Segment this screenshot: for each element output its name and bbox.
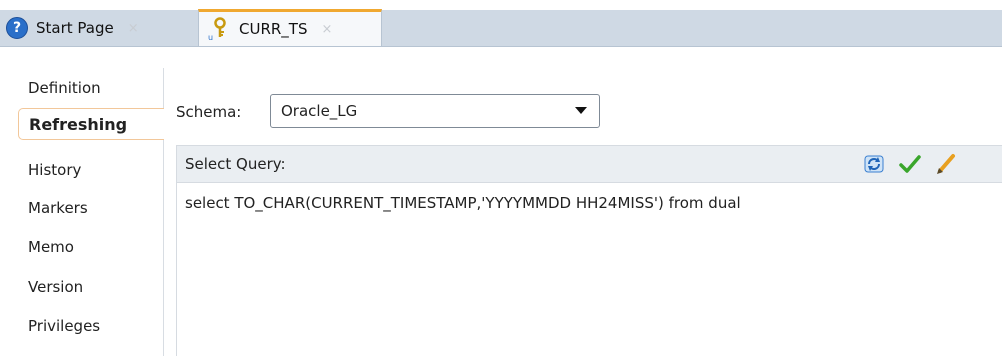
schema-label: Schema: bbox=[176, 103, 242, 121]
tab-label: CURR_TS bbox=[239, 20, 308, 38]
svg-text:u: u bbox=[208, 33, 213, 41]
nav-item-refreshing[interactable]: Refreshing bbox=[18, 108, 164, 140]
help-icon: ? bbox=[6, 17, 28, 39]
nav-item-history[interactable]: History bbox=[18, 154, 163, 186]
tab-curr-ts[interactable]: u CURR_TS × bbox=[198, 9, 382, 46]
query-text[interactable]: select TO_CHAR(CURRENT_TIMESTAMP,'YYYYMM… bbox=[185, 194, 741, 212]
nav-item-version[interactable]: Version bbox=[18, 271, 163, 303]
query-header: Select Query: bbox=[177, 146, 1002, 183]
nav-item-definition[interactable]: Definition bbox=[18, 72, 163, 104]
nav-item-memo[interactable]: Memo bbox=[18, 231, 163, 263]
tab-start-page[interactable]: ? Start Page × bbox=[0, 10, 196, 46]
key-icon: u bbox=[207, 17, 229, 42]
nav-item-privileges[interactable]: Privileges bbox=[18, 310, 163, 342]
close-icon[interactable]: × bbox=[128, 21, 139, 36]
schema-dropdown[interactable]: Oracle_LG bbox=[270, 94, 600, 128]
check-icon[interactable] bbox=[899, 153, 921, 175]
close-icon[interactable]: × bbox=[321, 22, 332, 37]
query-label: Select Query: bbox=[185, 155, 286, 173]
pencil-icon[interactable] bbox=[935, 153, 957, 175]
tab-label: Start Page bbox=[36, 19, 114, 37]
schema-value: Oracle_LG bbox=[281, 102, 358, 120]
nav-item-markers[interactable]: Markers bbox=[18, 192, 163, 224]
editor-tab-bar: ? Start Page × u CURR_TS × bbox=[0, 0, 1002, 56]
refresh-icon[interactable] bbox=[863, 153, 885, 175]
select-query-panel: Select Query: select TO_CHAR(CURRENT_TIM… bbox=[176, 145, 1002, 356]
chevron-down-icon bbox=[575, 107, 587, 114]
